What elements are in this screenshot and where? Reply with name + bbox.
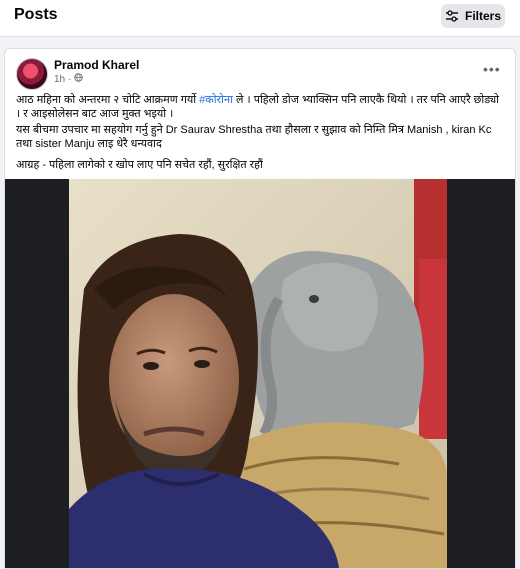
hashtag-link[interactable]: #कोरोना (199, 94, 233, 106)
post-author[interactable]: Pramod Kharel (54, 58, 139, 72)
post-card: Pramod Kharel 1h · ••• आठ महिना को अन्तर… (4, 48, 516, 569)
avatar[interactable] (16, 58, 48, 90)
post-photo[interactable] (69, 179, 447, 568)
more-options-icon[interactable]: ••• (483, 61, 501, 77)
post-paragraph-1: आठ महिना को अन्तरमा २ चोटि आक्रमण गर्यो … (16, 94, 500, 120)
posts-header: Posts Filters (0, 0, 520, 37)
post-paragraph-3: आग्रह - पहिला लागेको र खोप लाए पनि सचेत … (16, 159, 263, 171)
globe-icon (74, 73, 84, 85)
filters-button[interactable]: Filters (441, 4, 505, 28)
post-paragraph-2: यस बीचमा उपचार मा सहयोग गर्नु हुने Dr Sa… (16, 124, 492, 150)
page-title: Posts (14, 6, 58, 23)
sliders-icon (445, 10, 459, 22)
post-meta: 1h · (54, 73, 84, 85)
filters-label: Filters (464, 9, 501, 23)
post-photo-frame (5, 179, 515, 568)
post-text: आठ महिना को अन्तरमा २ चोटि आक्रमण गर्यो … (16, 93, 506, 172)
post-time[interactable]: 1h (54, 74, 65, 85)
